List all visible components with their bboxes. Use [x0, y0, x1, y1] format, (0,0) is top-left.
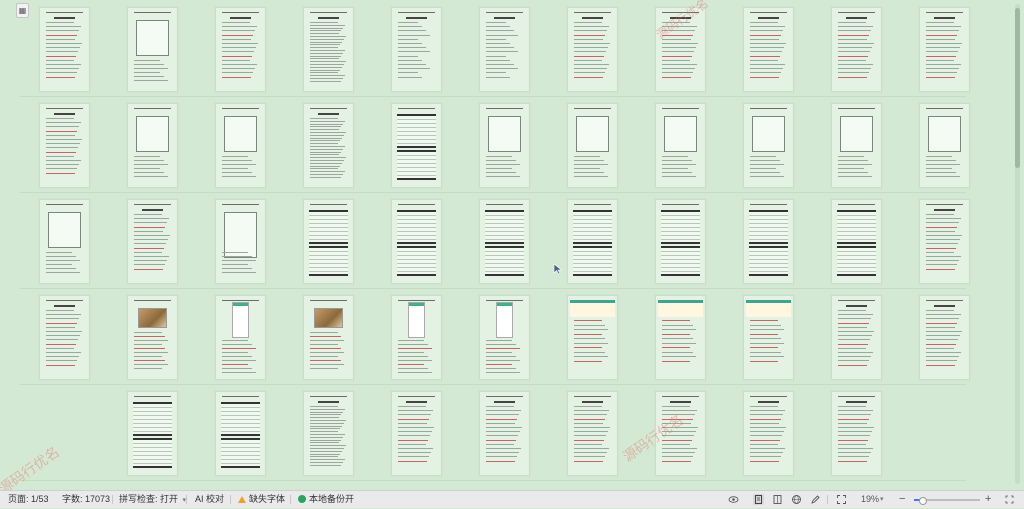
page-thumbnail[interactable]	[655, 7, 706, 92]
page-thumbnail[interactable]	[919, 103, 970, 188]
page-thumbnail[interactable]	[743, 199, 794, 284]
divider	[290, 495, 291, 504]
page-thumbnail[interactable]	[391, 391, 442, 476]
page-thumbnail[interactable]	[831, 7, 882, 92]
page-thumbnail[interactable]	[567, 295, 618, 380]
page-thumbnail[interactable]	[743, 103, 794, 188]
page-thumbnail[interactable]	[391, 295, 442, 380]
page-thumbnail[interactable]	[127, 199, 178, 284]
page-thumbnail[interactable]	[127, 295, 178, 380]
divider	[186, 495, 187, 504]
minus-icon[interactable]: −	[899, 491, 905, 508]
page-thumbnail[interactable]	[655, 295, 706, 380]
page-thumbnail[interactable]	[831, 103, 882, 188]
fit-page-icon[interactable]	[1004, 494, 1015, 505]
page-thumbnail[interactable]	[303, 103, 354, 188]
page-thumbnail[interactable]	[655, 103, 706, 188]
divider	[230, 495, 231, 504]
page-thumbnail[interactable]	[831, 295, 882, 380]
page-thumbnail[interactable]	[743, 7, 794, 92]
page-thumbnail[interactable]	[479, 103, 530, 188]
web-view-icon[interactable]	[791, 494, 802, 505]
missing-fonts-label: 缺失字体	[249, 494, 286, 504]
page-thumbnail[interactable]	[479, 391, 530, 476]
divider	[112, 495, 113, 504]
page-thumbnail[interactable]	[39, 295, 90, 380]
page-thumbnail[interactable]	[655, 391, 706, 476]
zoom-slider[interactable]	[914, 497, 980, 505]
missing-fonts-button[interactable]: 缺失字体	[238, 491, 285, 508]
page-thumbnail[interactable]	[127, 391, 178, 476]
page-thumbnail[interactable]	[743, 295, 794, 380]
document-canvas[interactable]: ▦ 源码行优名 源码行优名 源码行优名	[0, 0, 1024, 490]
page-thumbnail[interactable]	[919, 295, 970, 380]
page-thumbnail[interactable]	[567, 391, 618, 476]
page-view-icon[interactable]	[753, 494, 764, 505]
eye-icon[interactable]	[728, 494, 739, 505]
backup-label: 本地备份开	[309, 494, 355, 504]
grid-icon[interactable]: ▦	[16, 3, 29, 18]
backup-status-icon	[298, 495, 306, 503]
page-thumbnail[interactable]	[655, 199, 706, 284]
zoom-slider-knob[interactable]	[918, 497, 927, 505]
page-thumbnail[interactable]	[127, 7, 178, 92]
page-thumbnail[interactable]	[391, 199, 442, 284]
page-thumbnail[interactable]	[303, 391, 354, 476]
page-thumbnail[interactable]	[39, 103, 90, 188]
spell-check-toggle[interactable]: 拼写检查: 打开 ▾	[119, 491, 186, 508]
scrollbar-thumb[interactable]	[1015, 8, 1020, 168]
page-thumbnail[interactable]	[215, 391, 266, 476]
page-thumbnail[interactable]	[567, 7, 618, 92]
divider	[827, 495, 828, 504]
chevron-down-icon[interactable]: ▾	[880, 491, 884, 508]
page-thumbnail[interactable]	[743, 391, 794, 476]
page-thumbnail[interactable]	[303, 7, 354, 92]
word-count[interactable]: 字数: 17073	[62, 491, 110, 508]
page-thumbnail[interactable]	[303, 295, 354, 380]
outline-view-icon[interactable]	[772, 494, 783, 505]
page-thumbnail[interactable]	[919, 199, 970, 284]
page-thumbnail[interactable]	[303, 199, 354, 284]
page-thumbnail[interactable]	[831, 391, 882, 476]
page-thumbnail[interactable]	[919, 7, 970, 92]
status-bar: 页面: 1/53 字数: 17073 拼写检查: 打开 ▾ AI 校对 缺失字体…	[0, 490, 1024, 508]
mouse-cursor-icon	[553, 263, 563, 275]
page-thumbnail[interactable]	[215, 295, 266, 380]
page-thumbnail[interactable]	[567, 199, 618, 284]
page-thumbnail-grid	[20, 0, 970, 484]
page-indicator[interactable]: 页面: 1/53	[8, 491, 49, 508]
page-thumbnail[interactable]	[39, 199, 90, 284]
ai-check-button[interactable]: AI 校对	[195, 491, 224, 508]
page-thumbnail[interactable]	[391, 103, 442, 188]
page-thumbnail[interactable]	[215, 103, 266, 188]
page-thumbnail[interactable]	[567, 103, 618, 188]
page-thumbnail[interactable]	[39, 7, 90, 92]
page-thumbnail[interactable]	[479, 295, 530, 380]
spell-check-label: 拼写检查: 打开	[119, 494, 179, 504]
fullscreen-icon[interactable]	[836, 494, 847, 505]
page-thumbnail[interactable]	[127, 103, 178, 188]
pen-icon[interactable]	[810, 494, 821, 505]
page-thumbnail[interactable]	[831, 199, 882, 284]
page-thumbnail[interactable]	[479, 199, 530, 284]
page-thumbnail[interactable]	[391, 7, 442, 92]
page-thumbnail[interactable]	[215, 199, 266, 284]
page-thumbnail[interactable]	[215, 7, 266, 92]
backup-button[interactable]: 本地备份开	[298, 491, 354, 508]
warning-icon	[238, 496, 246, 503]
plus-icon[interactable]: +	[985, 491, 991, 508]
zoom-level[interactable]: 19%	[861, 491, 879, 508]
page-thumbnail[interactable]	[479, 7, 530, 92]
